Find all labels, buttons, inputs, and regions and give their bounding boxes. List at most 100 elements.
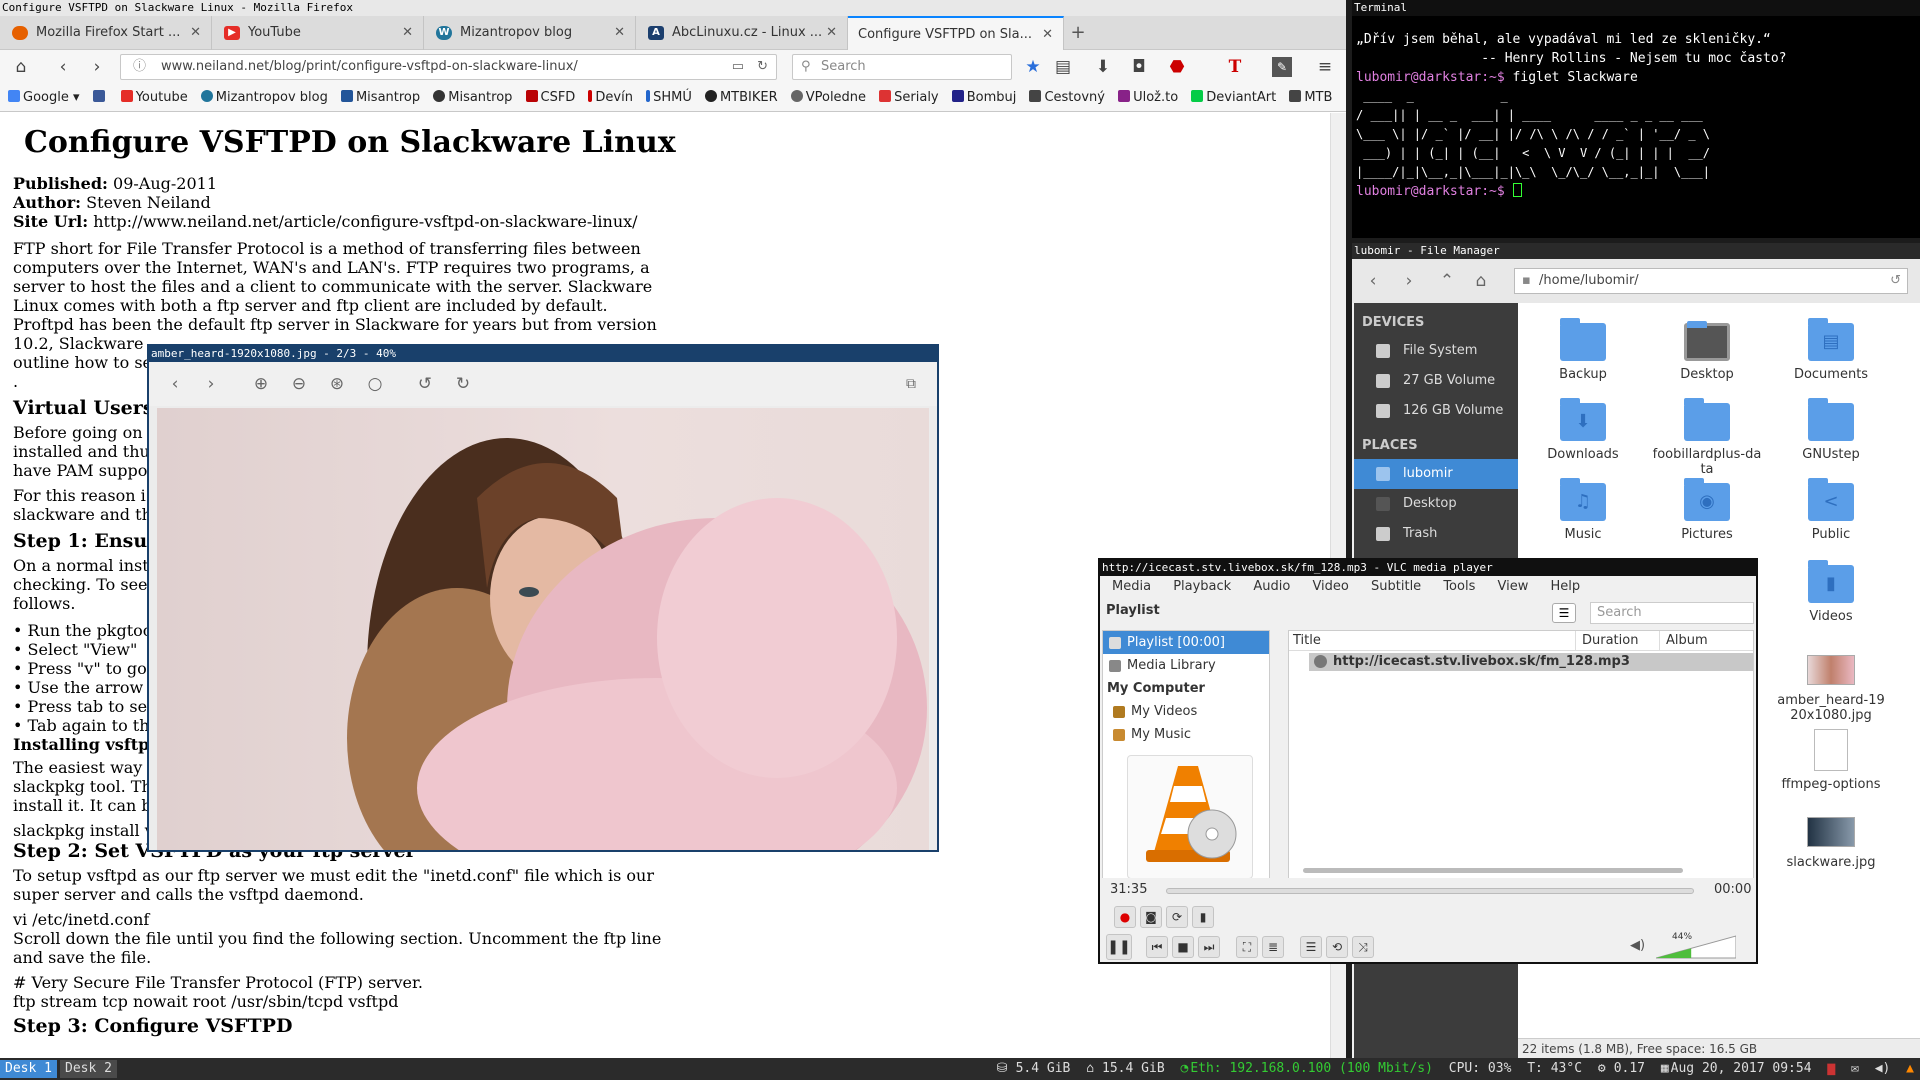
fullscreen-button[interactable]: ⛶ — [1236, 936, 1258, 958]
menu-tools[interactable]: Tools — [1443, 579, 1475, 594]
menu-subtitle[interactable]: Subtitle — [1371, 579, 1421, 594]
close-icon[interactable]: ✕ — [614, 16, 625, 50]
adblock-icon[interactable]: ⬣ — [1164, 54, 1190, 80]
flag-icon[interactable]: ▆ — [1827, 1061, 1835, 1076]
bookmark-serialy[interactable]: Serialy — [879, 84, 939, 111]
file-item[interactable]: ♫ Music — [1528, 478, 1638, 542]
volume-slider[interactable] — [1656, 934, 1736, 960]
column-title[interactable]: Title — [1293, 631, 1321, 651]
home-icon[interactable]: ⌂ — [8, 54, 34, 80]
reload-icon[interactable]: ↻ — [757, 55, 768, 79]
playlist-toggle-button[interactable]: ☰ — [1300, 936, 1322, 958]
desk-1-button[interactable]: Desk 1 — [0, 1060, 57, 1078]
bookmark-ulozto[interactable]: Ulož.to — [1118, 84, 1178, 111]
bookmark-facebook[interactable] — [92, 84, 108, 111]
bookmarks-more-button[interactable]: » — [1345, 84, 1346, 111]
forward-icon[interactable]: › — [1396, 268, 1422, 294]
chat-icon[interactable]: ✉ — [1851, 1061, 1859, 1076]
file-item[interactable]: foobillardplus-data — [1652, 398, 1762, 477]
bookmark-csfd[interactable]: CSFD — [525, 84, 575, 111]
column-album[interactable]: Album — [1659, 631, 1755, 651]
extended-settings-button[interactable]: ≣ — [1262, 936, 1284, 958]
sidebar-item-27gb[interactable]: 27 GB Volume — [1354, 366, 1518, 396]
close-icon[interactable]: ✕ — [190, 16, 201, 50]
bookmark-star-icon[interactable]: ★ — [1020, 54, 1046, 80]
file-item[interactable]: slackware.jpg — [1776, 811, 1886, 870]
pocket-icon[interactable]: ◘ — [1126, 54, 1152, 80]
file-item[interactable]: ◉ Pictures — [1652, 478, 1762, 542]
reader-view-icon[interactable]: ▭ — [732, 55, 744, 79]
search-input[interactable]: ⚲ Search — [792, 54, 1012, 80]
bookmark-bombuj[interactable]: Bombuj — [951, 84, 1016, 111]
stop-button[interactable]: ■ — [1172, 936, 1194, 958]
sidebar-item-trash[interactable]: Trash — [1354, 519, 1518, 549]
sidebar-item-filesystem[interactable]: File System — [1354, 336, 1518, 366]
playlist-search-input[interactable]: Search — [1590, 602, 1754, 624]
menu-view[interactable]: View — [1498, 579, 1529, 594]
close-icon[interactable]: ✕ — [826, 16, 837, 50]
zoom-normal-icon[interactable]: ○ — [363, 372, 387, 396]
tab-youtube[interactable]: ▶ YouTube ✕ — [212, 16, 424, 50]
file-item[interactable]: ⬇ Downloads — [1528, 398, 1638, 462]
downloads-icon[interactable]: ⬇ — [1090, 54, 1116, 80]
next-button[interactable]: ⏭ — [1198, 936, 1220, 958]
sidebar-item-126gb[interactable]: 126 GB Volume — [1354, 396, 1518, 426]
bookmark-deviantart[interactable]: DeviantArt — [1191, 84, 1276, 111]
back-icon[interactable]: ‹ — [50, 54, 76, 80]
vlc-tray-icon[interactable]: ▲ — [1906, 1061, 1914, 1076]
forward-icon[interactable]: › — [84, 54, 110, 80]
bookmark-misantrop-1[interactable]: Misantrop — [340, 84, 420, 111]
bookmark-youtube[interactable]: Youtube — [120, 84, 188, 111]
desk-2-button[interactable]: Desk 2 — [60, 1060, 117, 1078]
bookmark-devin[interactable]: Devín — [588, 84, 633, 111]
tab-mizantropov[interactable]: W Mizantropov blog ✕ — [424, 16, 636, 50]
menu-audio[interactable]: Audio — [1253, 579, 1290, 594]
loop-button[interactable]: ⟲ — [1326, 936, 1348, 958]
file-item[interactable]: Backup — [1528, 318, 1638, 382]
bookmark-google[interactable]: Google ▾ — [8, 84, 80, 111]
rotate-left-icon[interactable]: ↺ — [413, 372, 437, 396]
previous-button[interactable]: ⏮ — [1146, 936, 1168, 958]
playlist-row[interactable]: http://icecast.stv.livebox.sk/fm_128.mp3 — [1309, 653, 1753, 671]
file-item[interactable]: amber_heard-1920x1080.jpg — [1776, 649, 1886, 723]
library-icon[interactable]: ▤ — [1050, 54, 1076, 80]
menu-media[interactable]: Media — [1112, 579, 1151, 594]
bookmark-vpoledne[interactable]: VPoledne — [790, 84, 866, 111]
zoom-out-icon[interactable]: ⊖ — [287, 372, 311, 396]
tab-firefox-start[interactable]: Mozilla Firefox Start ... ✕ — [0, 16, 212, 50]
file-item[interactable]: Desktop — [1652, 321, 1762, 382]
back-icon[interactable]: ‹ — [1360, 268, 1386, 294]
tab-configure-vsftpd[interactable]: Configure VSFTPD on Sla... ✕ — [848, 16, 1064, 50]
horizontal-scrollbar[interactable] — [1303, 868, 1683, 873]
bookmark-misantrop-2[interactable]: Misantrop — [433, 84, 512, 111]
close-icon[interactable]: ✕ — [1042, 18, 1053, 50]
zoom-fit-icon[interactable]: ⊛ — [325, 372, 349, 396]
sidebar-item-desktop[interactable]: Desktop — [1354, 489, 1518, 519]
record-button[interactable]: ● — [1114, 906, 1136, 928]
speaker-icon[interactable]: ◀) — [1630, 938, 1645, 953]
rotate-right-icon[interactable]: ↻ — [451, 372, 475, 396]
column-duration[interactable]: Duration — [1575, 631, 1638, 651]
reload-icon[interactable]: ↺ — [1890, 269, 1901, 293]
file-item[interactable]: ▤ Documents — [1776, 318, 1886, 382]
file-item[interactable]: ffmpeg-options — [1776, 729, 1886, 792]
up-icon[interactable]: ⌃ — [1434, 268, 1460, 294]
loop-ab-button[interactable]: ⟳ — [1166, 906, 1188, 928]
bookmark-mtb[interactable]: MTB — [1289, 84, 1332, 111]
menu-help[interactable]: Help — [1551, 579, 1581, 594]
info-icon[interactable]: ⓘ — [133, 55, 146, 79]
tab-abclinuxu[interactable]: A AbcLinuxu.cz - Linux ... ✕ — [636, 16, 848, 50]
url-bar[interactable]: ⓘ www.neiland.net/blog/print/configure-v… — [120, 54, 777, 80]
terminal-window[interactable]: Terminal „Dřív jsem běhal, ale vypadával… — [1352, 0, 1920, 238]
bookmark-mtbiker[interactable]: MTBIKER — [704, 84, 778, 111]
file-item[interactable]: ▮ Videos — [1776, 560, 1886, 624]
pause-button[interactable]: ❚❚ — [1106, 934, 1132, 960]
shuffle-button[interactable]: ⤨ — [1352, 936, 1374, 958]
playlist-view-icon[interactable]: ☰ — [1552, 603, 1576, 623]
playlist-item-my-music[interactable]: My Music — [1103, 723, 1269, 746]
home-icon[interactable]: ⌂ — [1468, 268, 1494, 294]
file-item[interactable]: < Public — [1776, 478, 1886, 542]
next-icon[interactable]: › — [199, 372, 223, 396]
location-bar[interactable]: ▪/home/lubomir/↺ — [1514, 268, 1908, 294]
menu-icon[interactable]: ≡ — [1312, 54, 1338, 80]
